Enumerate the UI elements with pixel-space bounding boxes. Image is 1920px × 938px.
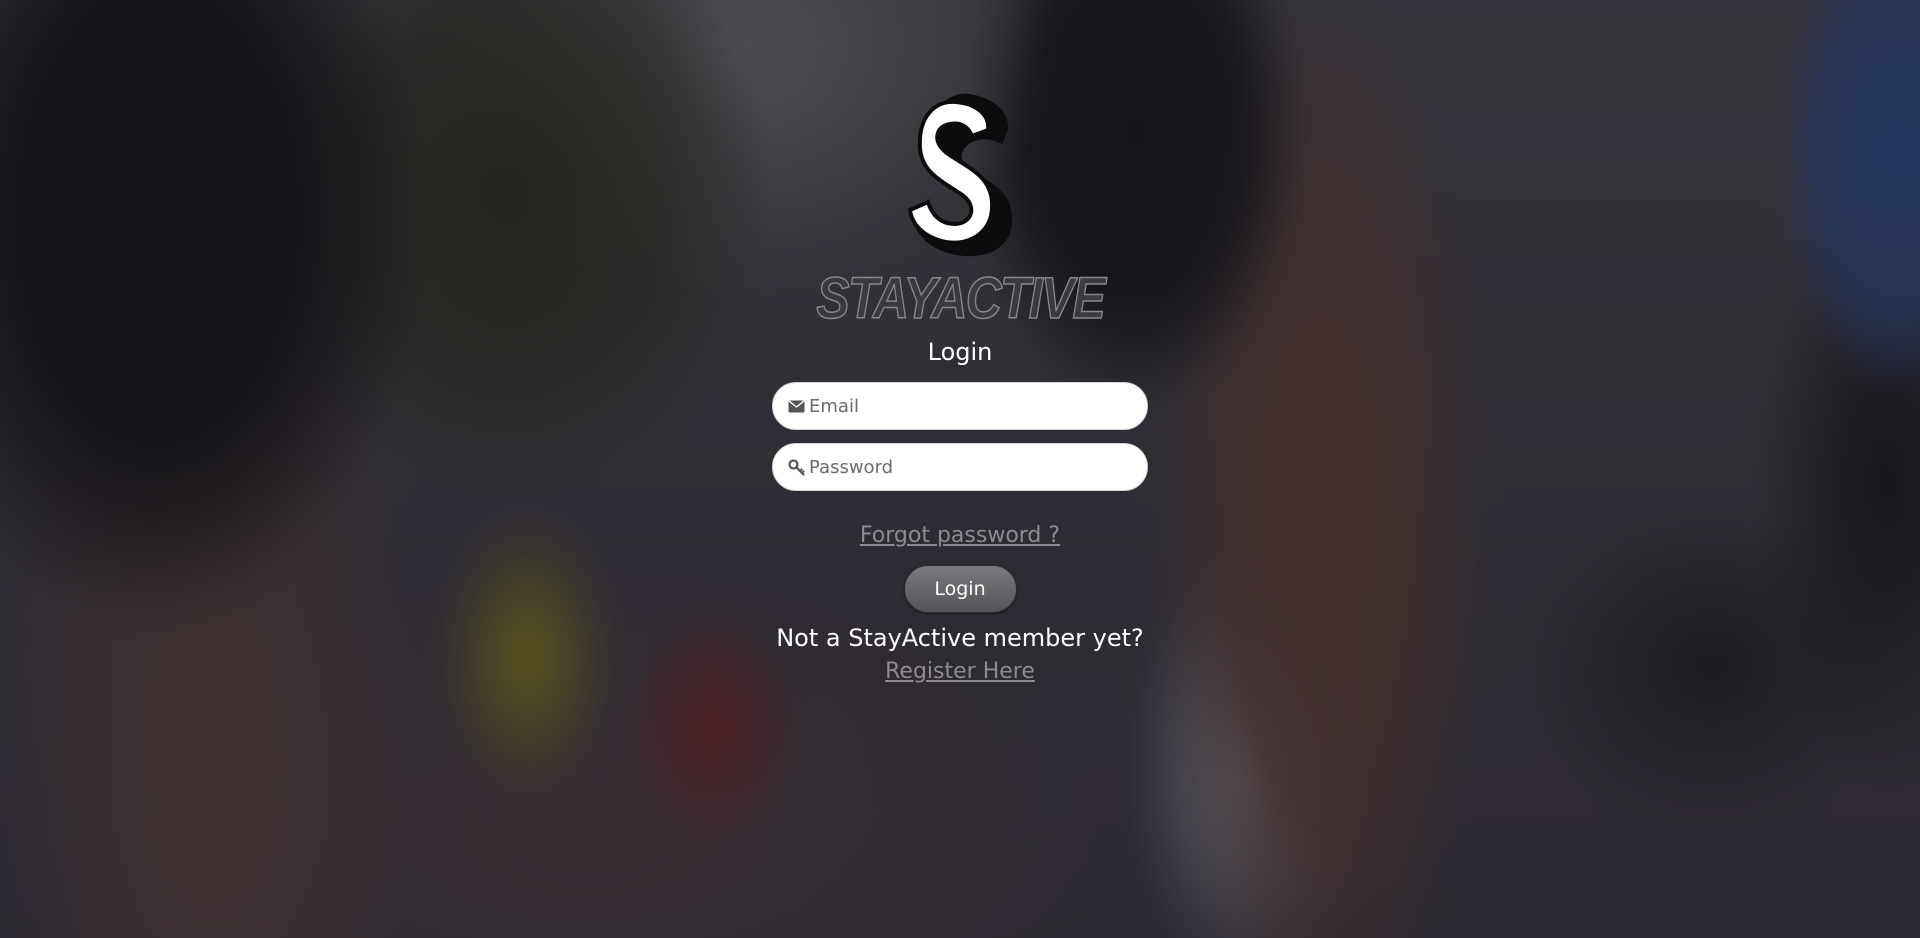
- forgot-password-link[interactable]: Forgot password ?: [860, 521, 1060, 551]
- key-icon: [787, 458, 805, 476]
- password-input[interactable]: [809, 447, 1129, 487]
- page-title: Login: [927, 338, 993, 366]
- email-input[interactable]: [809, 386, 1129, 426]
- login-panel: STAYACTIVE Login Forgot password ? Login: [772, 90, 1148, 687]
- email-field[interactable]: [772, 382, 1148, 430]
- password-field[interactable]: [772, 443, 1148, 491]
- brand-name: STAYACTIVE: [816, 265, 1107, 332]
- register-prompt: Not a StayActive member yet?: [776, 624, 1144, 652]
- s-logo-icon: [907, 93, 1013, 257]
- login-button[interactable]: Login: [903, 565, 1017, 613]
- register-link[interactable]: Register Here: [885, 657, 1035, 687]
- login-page: STAYACTIVE Login Forgot password ? Login: [0, 0, 1920, 938]
- envelope-icon: [787, 397, 805, 415]
